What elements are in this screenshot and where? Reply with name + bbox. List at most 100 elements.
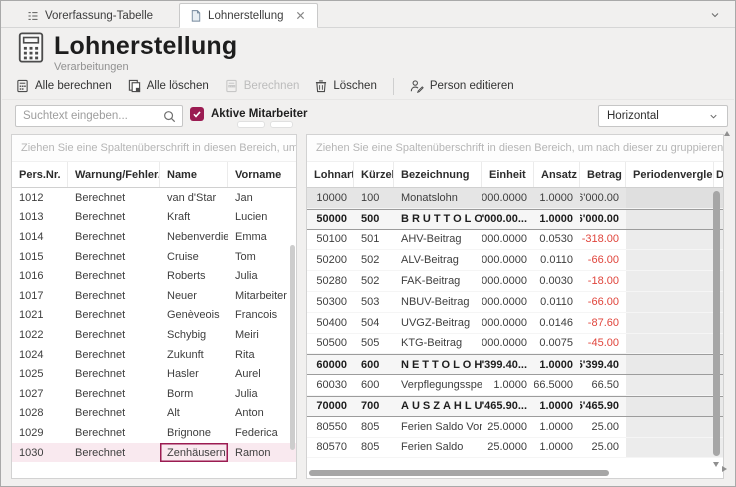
employee-cell-vorname[interactable]: Federica xyxy=(228,423,296,443)
wage-cell-kuerzel[interactable]: 504 xyxy=(354,313,394,333)
wage-cell-empty[interactable] xyxy=(626,210,714,229)
alle-berechnen-button[interactable]: Alle berechnen xyxy=(16,79,112,93)
wage-row[interactable]: 50300503NBUV-Beitrag6'000.00000.0110-66.… xyxy=(307,292,723,313)
wage-cell-ansatz[interactable]: 1.0000 xyxy=(534,417,580,437)
wage-cell-empty[interactable] xyxy=(626,230,714,250)
wage-row[interactable]: 70000700AUSZAHLUNG5'465.90...1.00005'465… xyxy=(307,396,723,417)
wage-cell-einheit[interactable]: 6'000.0000 xyxy=(482,250,534,270)
column-header-pers-nr[interactable]: Pers.Nr. xyxy=(12,162,68,187)
employee-cell-vorname[interactable]: Tom xyxy=(228,247,296,267)
employee-cell-name[interactable]: Zukunft xyxy=(160,345,228,365)
employee-cell-persnr[interactable]: 1021 xyxy=(12,306,68,326)
tab-vorerfassung-tabelle[interactable]: Vorerfassung-Tabelle xyxy=(17,5,165,27)
wage-cell-einheit[interactable]: 5'399.40... xyxy=(482,355,534,374)
employee-cell-info[interactable]: Berechnet xyxy=(68,404,160,424)
employee-cell-info[interactable]: Berechnet xyxy=(68,423,160,443)
wage-cell-betrag[interactable]: -18.00 xyxy=(580,271,626,291)
wage-cell-bezeichnung[interactable]: Ferien Saldo Vormo... xyxy=(394,417,482,437)
employee-cell-info[interactable]: Berechnet xyxy=(68,266,160,286)
wage-cell-ansatz[interactable]: 1.0000 xyxy=(534,188,580,208)
column-header-warnung-fehler-info[interactable]: Warnung/Fehler/Info xyxy=(68,162,160,187)
wage-cell-empty[interactable] xyxy=(626,292,714,312)
wage-cell-betrag[interactable]: -87.60 xyxy=(580,313,626,333)
wage-cell-lohnart[interactable]: 80550 xyxy=(307,417,354,437)
column-header-einheit[interactable]: Einheit xyxy=(482,162,534,187)
wage-cell-empty[interactable] xyxy=(626,334,714,354)
wage-cell-ansatz[interactable]: 0.0110 xyxy=(534,292,580,312)
employee-cell-vorname[interactable]: Rita xyxy=(228,345,296,365)
wage-cell-lohnart[interactable]: 50280 xyxy=(307,271,354,291)
employee-cell-persnr[interactable]: 1025 xyxy=(12,364,68,384)
wage-cell-bezeichnung[interactable]: AHV-Beitrag xyxy=(394,230,482,250)
group-by-hint[interactable]: Ziehen Sie eine Spaltenüberschrift in di… xyxy=(307,135,723,162)
column-header-vorname[interactable]: Vorname xyxy=(228,162,296,187)
employee-cell-vorname[interactable]: Julia xyxy=(228,266,296,286)
wage-cell-kuerzel[interactable]: 100 xyxy=(354,188,394,208)
horizontal-scrollbar-thumb[interactable] xyxy=(309,470,609,476)
wage-cell-lohnart[interactable]: 60030 xyxy=(307,375,354,395)
employee-cell-vorname[interactable]: Francois xyxy=(228,306,296,326)
wage-row[interactable]: 10000100Monatslohn6'000.00001.00006'000.… xyxy=(307,188,723,209)
wage-cell-einheit[interactable]: 5'465.90... xyxy=(482,397,534,416)
wage-row[interactable]: 60000600NETTOLOHN5'399.40...1.00005'399.… xyxy=(307,354,723,375)
employee-cell-persnr[interactable]: 1014 xyxy=(12,227,68,247)
wage-cell-empty[interactable] xyxy=(626,271,714,291)
wage-cell-ansatz[interactable]: 1.0000 xyxy=(534,397,580,416)
employee-row[interactable]: 1021BerechnetGenèveoisFrancois xyxy=(12,306,296,326)
wage-cell-bezeichnung[interactable]: BRUTTOLOHN xyxy=(394,210,482,229)
employee-cell-name[interactable]: Brignone xyxy=(160,423,228,443)
wage-cell-kuerzel[interactable]: 502 xyxy=(354,271,394,291)
column-header-ansatz[interactable]: Ansatz xyxy=(534,162,580,187)
group-by-hint[interactable]: Ziehen Sie eine Spaltenüberschrift in di… xyxy=(12,135,296,162)
employee-row[interactable]: 1028BerechnetAltAnton xyxy=(12,404,296,424)
scroll-up-arrow-icon[interactable] xyxy=(724,128,730,136)
wage-cell-bezeichnung[interactable]: Ferien Saldo xyxy=(394,438,482,458)
employee-row[interactable]: 1029BerechnetBrignoneFederica xyxy=(12,423,296,443)
employee-cell-persnr[interactable]: 1027 xyxy=(12,384,68,404)
employee-cell-name[interactable]: Cruise xyxy=(160,247,228,267)
employee-cell-info[interactable]: Berechnet xyxy=(68,325,160,345)
employee-cell-persnr[interactable]: 1029 xyxy=(12,423,68,443)
employee-cell-vorname[interactable]: Lucien xyxy=(228,208,296,228)
wage-cell-bezeichnung[interactable]: KTG-Beitrag xyxy=(394,334,482,354)
employee-cell-persnr[interactable]: 1028 xyxy=(12,404,68,424)
search-input[interactable] xyxy=(16,110,163,122)
wage-cell-kuerzel[interactable]: 501 xyxy=(354,230,394,250)
wage-cell-kuerzel[interactable]: 600 xyxy=(354,375,394,395)
wage-cell-betrag[interactable]: -66.00 xyxy=(580,250,626,270)
employee-cell-vorname[interactable]: Aurel xyxy=(228,364,296,384)
wage-cell-einheit[interactable]: 6'000.0000 xyxy=(482,230,534,250)
splitter-handle[interactable] xyxy=(270,121,293,128)
wage-cell-kuerzel[interactable]: 600 xyxy=(354,355,394,374)
wage-cell-betrag[interactable]: 66.50 xyxy=(580,375,626,395)
employee-cell-name[interactable]: Hasler xyxy=(160,364,228,384)
wage-cell-kuerzel[interactable]: 700 xyxy=(354,397,394,416)
wage-row[interactable]: 80550805Ferien Saldo Vormo...25.00001.00… xyxy=(307,417,723,438)
column-header-betrag[interactable]: Betrag xyxy=(580,162,626,187)
employee-cell-name[interactable]: Schybig xyxy=(160,325,228,345)
employee-cell-persnr[interactable]: 1012 xyxy=(12,188,68,208)
wage-cell-lohnart[interactable]: 10000 xyxy=(307,188,354,208)
wage-row[interactable]: 60030600Verpflegungsspesen1.000066.50006… xyxy=(307,375,723,396)
employee-cell-persnr[interactable]: 1016 xyxy=(12,266,68,286)
wage-cell-betrag[interactable]: -45.00 xyxy=(580,334,626,354)
wage-cell-betrag[interactable]: 6'000.00 xyxy=(580,188,626,208)
wage-cell-ansatz[interactable]: 1.0000 xyxy=(534,438,580,458)
column-header-bezeichnung[interactable]: Bezeichnung xyxy=(394,162,482,187)
wage-row[interactable]: 50100501AHV-Beitrag6'000.00000.0530-318.… xyxy=(307,230,723,251)
wage-cell-ansatz[interactable]: 1.0000 xyxy=(534,210,580,229)
wage-cell-kuerzel[interactable]: 500 xyxy=(354,210,394,229)
scroll-down-arrow-icon[interactable] xyxy=(713,462,719,470)
employee-cell-name[interactable]: Alt xyxy=(160,404,228,424)
wage-cell-ansatz[interactable]: 0.0146 xyxy=(534,313,580,333)
employee-row[interactable]: 1012Berechnetvan d'StarJan xyxy=(12,188,296,208)
wage-row[interactable]: 80570805Ferien Saldo25.00001.000025.00 xyxy=(307,438,723,459)
employee-cell-persnr[interactable]: 1017 xyxy=(12,286,68,306)
column-header-d[interactable]: D xyxy=(714,162,723,187)
employee-cell-info[interactable]: Berechnet xyxy=(68,306,160,326)
wage-cell-betrag[interactable]: 5'399.40 xyxy=(580,355,626,374)
employee-cell-persnr[interactable]: 1013 xyxy=(12,208,68,228)
wage-cell-lohnart[interactable]: 50400 xyxy=(307,313,354,333)
wage-cell-bezeichnung[interactable]: FAK-Beitrag xyxy=(394,271,482,291)
employee-row[interactable]: 1014BerechnetNebenverdien...Emma xyxy=(12,227,296,247)
